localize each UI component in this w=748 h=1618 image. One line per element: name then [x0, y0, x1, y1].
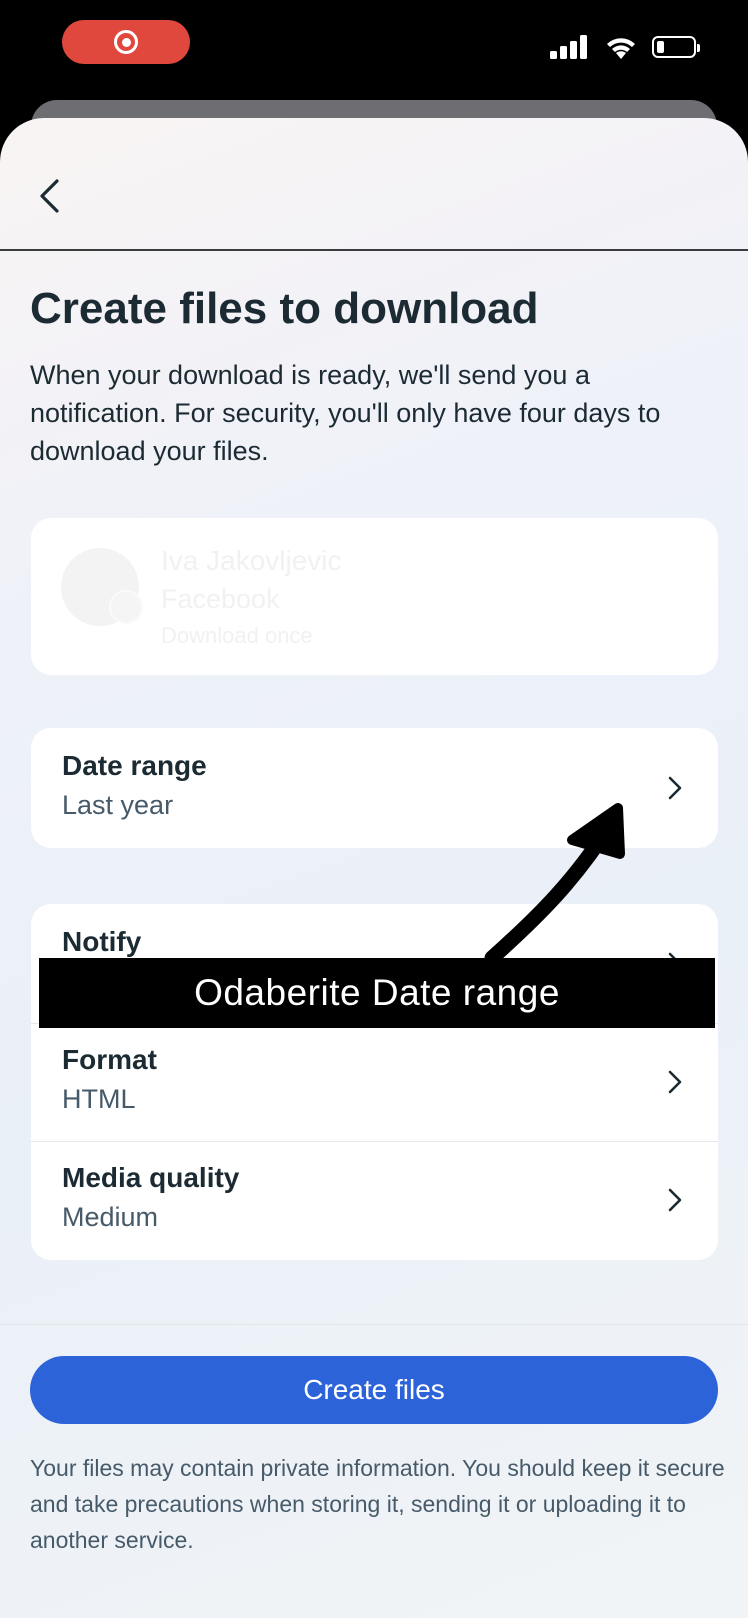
date-range-label: Date range	[62, 750, 207, 781]
footer-divider	[0, 1324, 748, 1325]
wifi-icon	[607, 38, 635, 59]
screen-record-icon	[114, 30, 138, 54]
page-title: Create files to download	[30, 284, 539, 333]
profile-card: Iva Jakovljevic Facebook Download once	[31, 518, 718, 675]
download-sheet: Create files to download When your downl…	[0, 118, 748, 1618]
tutorial-caption-text: Odaberite Date range	[194, 972, 560, 1013]
media-quality-row[interactable]: Media quality Medium	[31, 1140, 718, 1260]
date-range-value: Last year	[62, 790, 174, 820]
profile-name: Iva Jakovljevic	[161, 545, 342, 576]
notify-label: Notify	[62, 926, 142, 957]
nav-bar	[0, 118, 748, 251]
screen-record-indicator[interactable]	[62, 20, 190, 64]
status-icons	[550, 34, 700, 60]
media-quality-label: Media quality	[62, 1162, 240, 1193]
tutorial-caption: Odaberite Date range	[39, 958, 715, 1028]
format-row[interactable]: Format HTML	[31, 1022, 718, 1142]
chevron-right-icon	[668, 1070, 682, 1094]
cellular-signal-icon	[550, 35, 587, 59]
format-value: HTML	[62, 1084, 136, 1114]
create-files-button[interactable]: Create files	[30, 1356, 718, 1424]
profile-platform: Facebook	[161, 584, 280, 614]
facebook-icon	[109, 590, 143, 624]
chevron-right-icon	[668, 776, 682, 800]
status-bar	[0, 0, 748, 100]
format-label: Format	[62, 1044, 157, 1075]
chevron-left-icon	[40, 179, 59, 213]
page-description: When your download is ready, we'll send …	[30, 360, 661, 466]
date-range-row[interactable]: Date range Last year	[31, 728, 718, 848]
date-range-card: Date range Last year	[31, 728, 718, 848]
media-quality-value: Medium	[62, 1202, 159, 1232]
back-button[interactable]	[30, 176, 70, 216]
privacy-disclaimer: Your files may contain private informati…	[30, 1455, 725, 1553]
battery-icon	[652, 36, 700, 58]
chevron-right-icon	[668, 1188, 682, 1212]
profile-frequency: Download once	[161, 623, 313, 648]
